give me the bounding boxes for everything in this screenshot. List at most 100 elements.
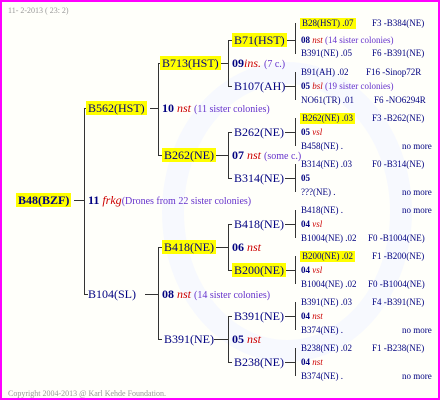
breeder-code: nst xyxy=(177,101,192,115)
gen3-info: 08 nst (14 sister colonies) xyxy=(301,35,394,46)
colony-note: (14 sister colonies) xyxy=(194,290,271,301)
breeder-code: vsl xyxy=(312,127,323,137)
gen4-left: ???(NE) . xyxy=(301,187,336,197)
gen3-code: B107(AH) xyxy=(234,79,286,93)
connector xyxy=(295,72,296,100)
gen3-info: 05 bsl (19 sister colonies) xyxy=(301,81,394,92)
generation-number: 05 xyxy=(301,81,310,91)
copyright-footer: Copyright 2004-2013 @ Karl Kehde Foundat… xyxy=(8,389,167,398)
dam-code: B104(SL) xyxy=(88,287,136,301)
gen4-right: F6 -NO6294R xyxy=(374,95,426,105)
gen4-left: B1004(NE) .02 xyxy=(301,279,357,289)
gen4-right: F4 -B391(NE) xyxy=(372,297,425,307)
sire-code: B562(HST) xyxy=(86,101,147,115)
generation-number: 05 xyxy=(232,332,244,346)
gen3-code: B418(NE) xyxy=(234,217,284,231)
gen4-left: NO61(TR) .01 xyxy=(301,95,354,105)
gen3-info: 05 xyxy=(301,173,310,184)
connector xyxy=(145,294,158,295)
gen4-left: B391(NE) .05 xyxy=(301,48,352,58)
gen4-left: B458(NE) . xyxy=(301,141,343,151)
sire-info: 10 nst (11 sister colonies) xyxy=(162,101,270,117)
gen4-right: F1 -B238(NE) xyxy=(372,343,425,353)
connector xyxy=(285,178,295,179)
gen4-right: F0 -B314(NE) xyxy=(372,159,425,169)
connector xyxy=(295,210,296,238)
gen3-code: B391(NE) xyxy=(234,309,284,323)
gen4-right: no more xyxy=(402,325,432,335)
root-queen-code: B48(BZF) xyxy=(16,193,72,207)
pedigree-frame: 11- 2-2013 ( 23: 2) Copyright 2004-2013 … xyxy=(0,0,440,400)
gen2-info: 05 nst xyxy=(232,332,261,346)
breeder-code: nst xyxy=(312,357,323,367)
connector xyxy=(295,302,296,330)
gen3-code: B262(NE) xyxy=(234,125,284,139)
gen4-right: F1 -B200(NE) xyxy=(372,251,425,261)
colony-note: (Drones from 22 sister colonies) xyxy=(121,196,252,207)
gen4-left: B238(NE) .02 xyxy=(301,343,352,353)
connector xyxy=(295,348,296,376)
connector xyxy=(158,247,159,339)
gen4-left: B418(NE) . xyxy=(301,205,343,215)
gen2-code: B418(NE) xyxy=(162,240,216,254)
gen4-left: B91(AH) .02 xyxy=(301,67,349,77)
breeder-code: vsl xyxy=(312,219,323,229)
gen3-info: 04 nst xyxy=(301,357,323,368)
connector xyxy=(214,247,228,248)
connector xyxy=(84,108,85,294)
breeder-code: nst xyxy=(177,287,192,301)
generation-number: 08 xyxy=(162,287,174,301)
gen3-info: 05 vsl xyxy=(301,127,322,138)
generation-number: 04 xyxy=(301,357,310,367)
gen3-code: B71(HST) xyxy=(232,33,287,47)
generation-number: 10 xyxy=(162,101,174,115)
connector xyxy=(285,224,295,225)
gen4-left: B391(NE) .03 xyxy=(301,297,352,307)
colony-note: (7 c.) xyxy=(264,59,286,70)
connector xyxy=(285,270,295,271)
colony-note: (some c.) xyxy=(264,151,302,162)
breeder-code: bsl xyxy=(312,81,323,91)
connector xyxy=(150,108,158,109)
gen4-left: B1004(NE) .02 xyxy=(301,233,357,243)
gen4-right: no more xyxy=(402,187,432,197)
gen3-code: B238(NE) xyxy=(234,355,284,369)
gen4-left: B262(NE) .03 xyxy=(300,113,355,124)
gen2-info: 09ins. (7 c.) xyxy=(232,56,285,72)
connector xyxy=(295,118,296,146)
generation-number: 09 xyxy=(232,56,244,70)
gen2-info: 07 nst (some c.) xyxy=(232,148,301,164)
gen4-left: B374(NE) . xyxy=(301,371,343,381)
gen4-right: F3 -B384(NE) xyxy=(372,18,425,28)
generation-number: 06 xyxy=(232,240,244,254)
gen4-right: no more xyxy=(402,205,432,215)
gen4-right: F3 -B262(NE) xyxy=(372,113,425,123)
connector xyxy=(228,316,229,362)
colony-note: (19 sister colonies) xyxy=(325,81,394,91)
breeder-code: nst xyxy=(312,35,323,45)
breeder-code: nst xyxy=(247,240,262,254)
generation-number: 07 xyxy=(232,148,244,162)
gen3-code: B200(NE) xyxy=(232,263,286,277)
generation-number: 04 xyxy=(301,219,310,229)
gen4-left: B28(HST) .07 xyxy=(300,18,356,29)
generation-number: 08 xyxy=(301,35,310,45)
gen2-code: B391(NE) xyxy=(164,332,214,346)
connector xyxy=(285,316,295,317)
connector xyxy=(228,224,232,225)
breeder-code: nst xyxy=(247,148,262,162)
gen4-right: F16 -Sinop72R xyxy=(366,67,422,77)
gen3-info: 04 nst xyxy=(301,311,323,322)
connector xyxy=(228,40,229,86)
connector xyxy=(285,86,295,87)
breeder-code: vsl xyxy=(312,265,323,275)
connector xyxy=(285,362,295,363)
connector xyxy=(295,256,296,284)
connector xyxy=(295,164,296,192)
breeder-code: nst xyxy=(247,332,262,346)
connector xyxy=(228,178,232,179)
gen4-right: F0 -B1004(NE) xyxy=(368,279,425,289)
gen3-info: 04 vsl xyxy=(301,265,322,276)
colony-note: (14 sister colonies) xyxy=(325,35,394,45)
connector xyxy=(158,339,162,340)
